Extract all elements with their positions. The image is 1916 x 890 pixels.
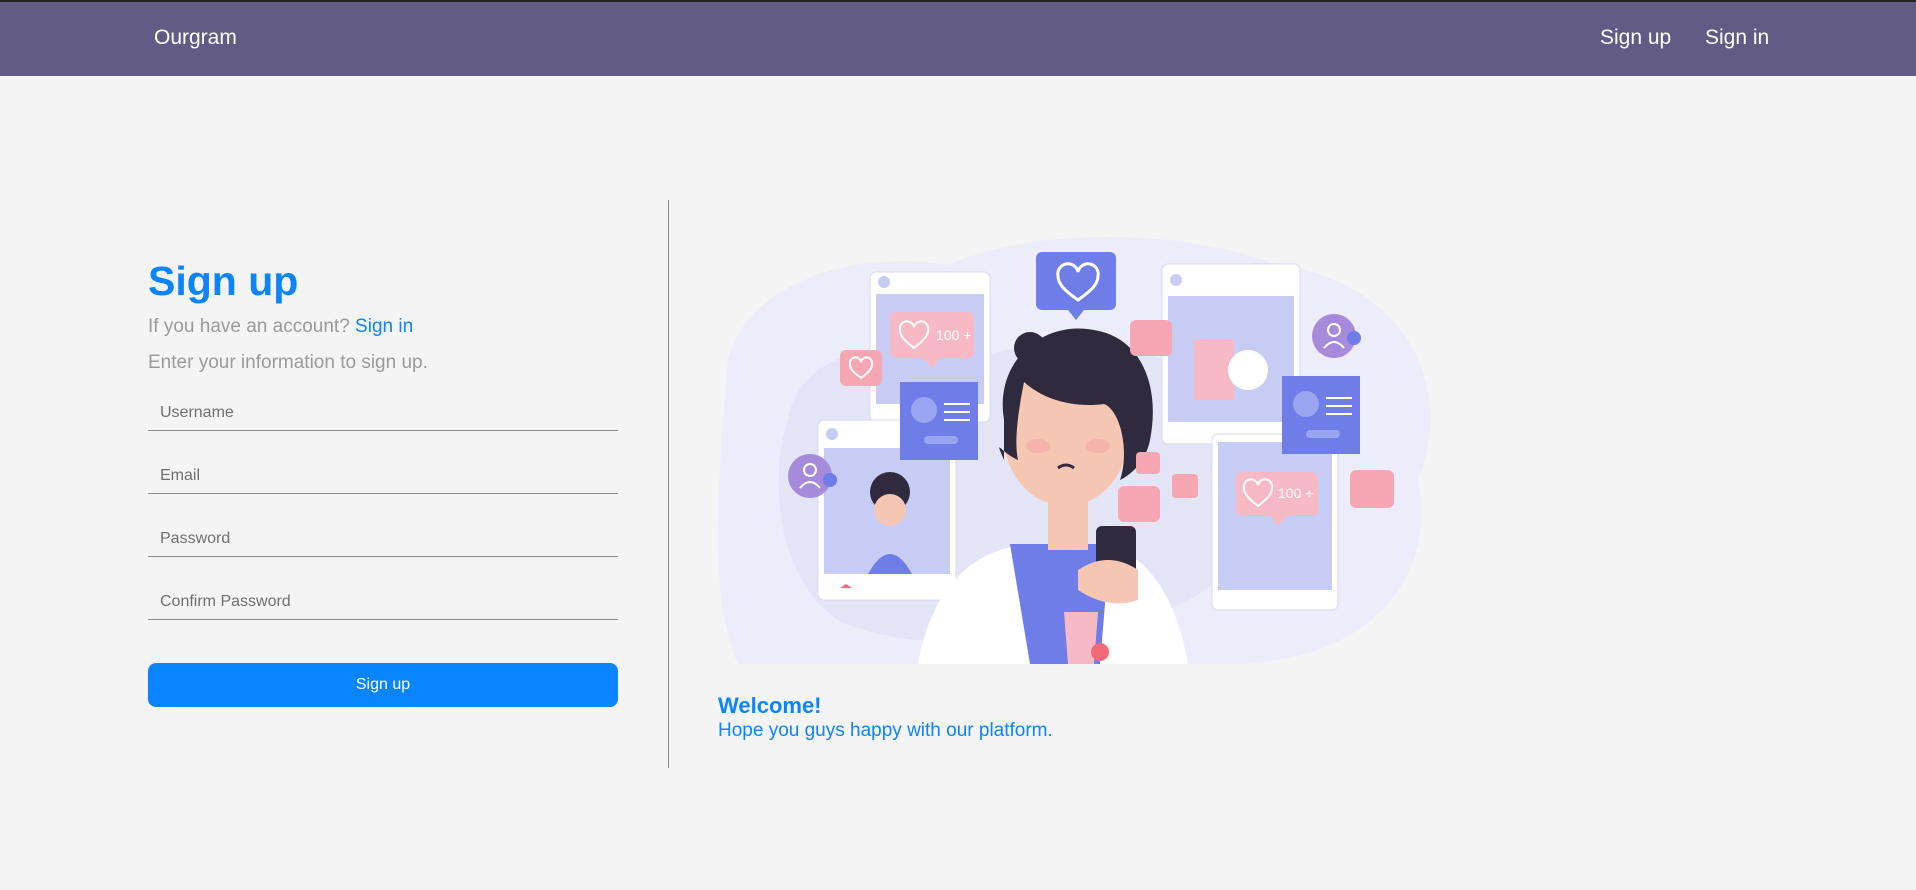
post-card-back-right bbox=[1161, 263, 1301, 445]
like-count-right: 100 + bbox=[1278, 485, 1313, 501]
have-account-label: If you have an account? bbox=[148, 316, 350, 337]
heart-bubble-center bbox=[1036, 252, 1116, 320]
have-account-text: If you have an account? Sign in bbox=[148, 309, 618, 345]
avatar-icon bbox=[878, 276, 890, 288]
nav-signin-link[interactable]: Sign in bbox=[1705, 26, 1769, 50]
password-input[interactable] bbox=[148, 507, 618, 557]
form-instruction: Enter your information to sign up. bbox=[148, 352, 428, 373]
signup-submit-button[interactable]: Sign up bbox=[148, 663, 618, 707]
social-media-illustration: 100 + 100 + bbox=[718, 236, 1431, 664]
welcome-text: Hope you guys happy with our platform. bbox=[718, 720, 1053, 741]
floating-heart-left bbox=[840, 350, 882, 386]
signin-link[interactable]: Sign in bbox=[355, 316, 413, 337]
profile-card-left bbox=[900, 382, 978, 460]
like-count-left: 100 + bbox=[936, 327, 971, 343]
signup-form: Sign up If you have an account? Sign in … bbox=[148, 254, 618, 633]
vertical-divider bbox=[668, 200, 669, 768]
welcome-title: Welcome! bbox=[718, 693, 822, 718]
profile-card-right bbox=[1282, 376, 1360, 454]
username-input[interactable] bbox=[148, 381, 618, 431]
brand-logo-link[interactable]: Ourgram bbox=[154, 26, 237, 50]
page-title: Sign up bbox=[148, 258, 299, 304]
top-navbar: Ourgram Sign up Sign in bbox=[0, 0, 1916, 76]
confirm-password-input[interactable] bbox=[148, 570, 618, 620]
email-input[interactable] bbox=[148, 444, 618, 494]
nav-signup-link[interactable]: Sign up bbox=[1600, 26, 1671, 50]
